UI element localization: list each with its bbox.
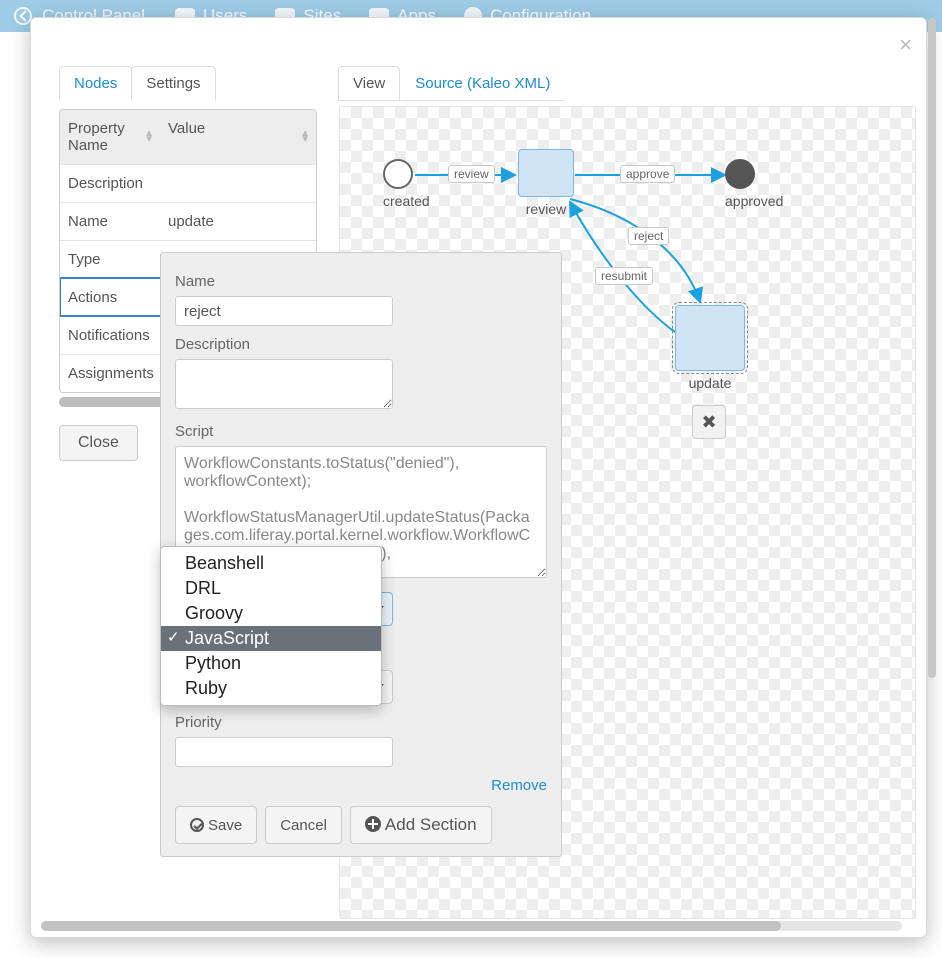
modal-horizontal-scrollbar[interactable] xyxy=(41,921,902,931)
node-created[interactable]: created xyxy=(383,159,430,209)
option-beanshell[interactable]: Beanshell xyxy=(161,551,381,576)
tab-settings[interactable]: Settings xyxy=(131,66,215,101)
edge-label-resubmit[interactable]: resubmit xyxy=(595,267,653,285)
sort-icon: ▲▼ xyxy=(144,131,154,143)
sort-icon: ▲▼ xyxy=(300,131,310,143)
option-groovy[interactable]: Groovy xyxy=(161,601,381,626)
task-icon xyxy=(518,149,574,197)
node-approved[interactable]: approved xyxy=(725,159,783,209)
tab-view[interactable]: View xyxy=(338,66,400,101)
label-description: Description xyxy=(175,336,547,353)
right-tabs: View Source (Kaleo XML) xyxy=(339,66,914,101)
property-header: Property Name▲▼ Value▲▼ xyxy=(60,110,316,164)
modal-vertical-scrollbar[interactable] xyxy=(928,18,936,937)
delete-node-button[interactable]: ✖ xyxy=(692,405,726,439)
action-name-input[interactable] xyxy=(175,296,393,326)
save-button[interactable]: Save xyxy=(175,806,257,844)
add-section-button[interactable]: Add Section xyxy=(350,806,492,844)
close-icon[interactable]: × xyxy=(899,32,912,58)
label-name: Name xyxy=(175,273,547,290)
edge-label-review[interactable]: review xyxy=(448,165,495,183)
start-circle-icon xyxy=(383,159,413,189)
col-property-name[interactable]: Property Name▲▼ xyxy=(60,110,160,164)
check-circle-icon xyxy=(190,818,204,832)
action-description-input[interactable] xyxy=(175,359,393,409)
remove-action-link[interactable]: Remove xyxy=(175,777,547,794)
end-circle-icon xyxy=(725,159,755,189)
property-row-description[interactable]: Description xyxy=(60,164,316,202)
tab-nodes[interactable]: Nodes xyxy=(59,66,132,101)
cancel-button[interactable]: Cancel xyxy=(265,806,342,844)
edge-label-reject[interactable]: reject xyxy=(628,227,669,245)
action-priority-input[interactable] xyxy=(175,737,393,767)
node-update[interactable]: update xyxy=(675,305,745,391)
property-row-name[interactable]: Nameupdate xyxy=(60,202,316,240)
col-value[interactable]: Value▲▼ xyxy=(160,110,316,164)
tab-source[interactable]: Source (Kaleo XML) xyxy=(400,66,565,101)
plus-circle-icon xyxy=(365,816,381,832)
option-ruby[interactable]: Ruby xyxy=(161,676,381,701)
left-tabs: Nodes Settings xyxy=(59,66,317,101)
option-drl[interactable]: DRL xyxy=(161,576,381,601)
label-priority: Priority xyxy=(175,714,547,731)
edge-label-approve[interactable]: approve xyxy=(620,165,675,183)
option-python[interactable]: Python xyxy=(161,651,381,676)
option-javascript[interactable]: JavaScript xyxy=(161,626,381,651)
task-icon xyxy=(675,305,745,371)
close-button[interactable]: Close xyxy=(59,425,138,461)
label-script: Script xyxy=(175,423,547,440)
node-review[interactable]: review xyxy=(518,149,574,217)
script-language-dropdown[interactable]: Beanshell DRL Groovy JavaScript Python R… xyxy=(160,546,382,706)
